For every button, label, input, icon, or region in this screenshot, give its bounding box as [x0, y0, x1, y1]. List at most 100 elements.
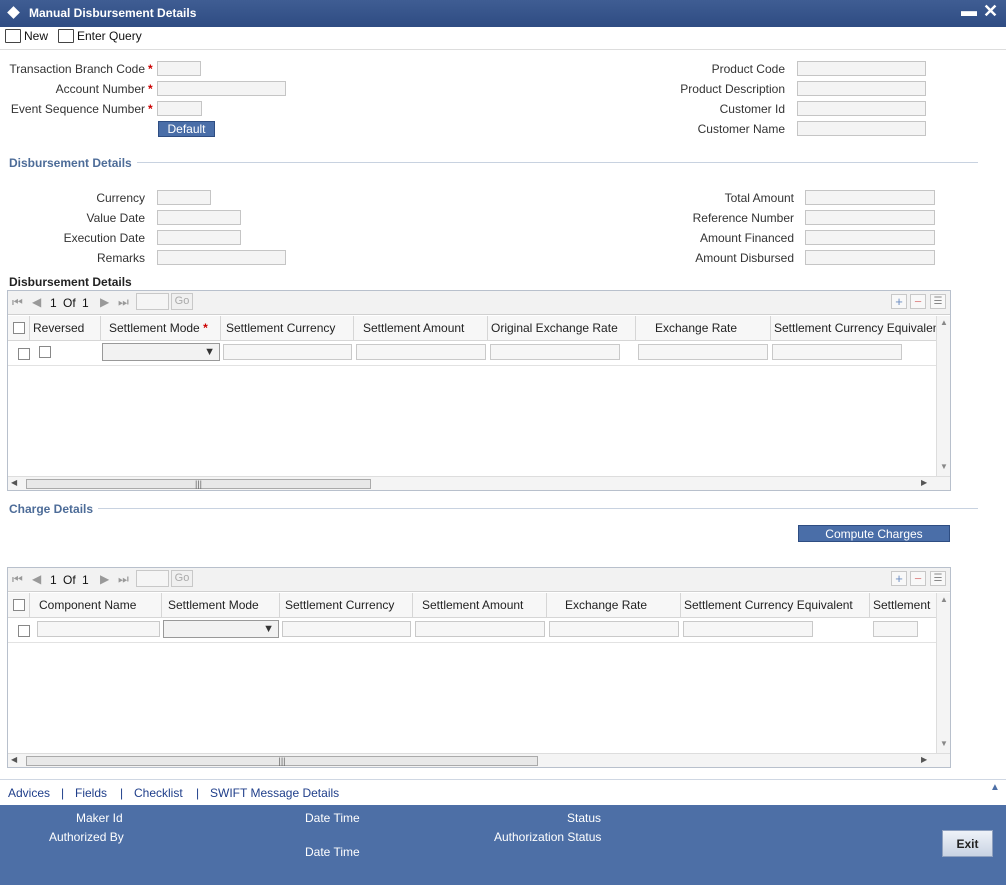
enter-query-button[interactable]: Enter Query: [58, 29, 142, 43]
new-button[interactable]: New: [5, 29, 48, 43]
scroll-down-icon[interactable]: ▼: [940, 462, 948, 471]
prev-page-icon[interactable]: ◀: [32, 572, 41, 586]
exchange-rate-cell[interactable]: [549, 621, 679, 637]
checklist-link[interactable]: Checklist: [134, 786, 183, 800]
scroll-thumb[interactable]: |||: [26, 479, 371, 489]
scroll-up-icon[interactable]: ▲: [940, 595, 948, 604]
vertical-scrollbar[interactable]: ▲ ▼: [936, 593, 950, 753]
grid-header: Reversed Settlement Mode * Settlement Cu…: [8, 316, 936, 341]
settlement-mode-select[interactable]: ▼: [163, 620, 279, 638]
delete-row-icon[interactable]: −: [910, 294, 926, 309]
product-code-label: Product Code: [711, 62, 785, 76]
go-button[interactable]: Go: [171, 293, 193, 310]
compute-charges-button[interactable]: Compute Charges: [798, 525, 950, 542]
add-row-icon[interactable]: +: [891, 294, 907, 309]
next-page-icon[interactable]: ▶: [100, 295, 109, 309]
view-icon[interactable]: ☰: [930, 294, 946, 309]
settlement-mode-select[interactable]: ▼: [102, 343, 220, 361]
execution-date-input[interactable]: [157, 230, 241, 245]
col-header: Exchange Rate: [547, 593, 681, 617]
currency-input[interactable]: [157, 190, 211, 205]
amount-financed-input[interactable]: [805, 230, 935, 245]
disbursement-grid: ⏮ ◀ 1 Of 1 ▶ ⏭ Go + − ☰ Reversed Settlem…: [7, 290, 951, 491]
minimize-icon[interactable]: ▬: [961, 3, 977, 21]
scroll-down-icon[interactable]: ▼: [940, 739, 948, 748]
go-button[interactable]: Go: [171, 570, 193, 587]
grid-header: Component Name Settlement Mode Settlemen…: [8, 593, 936, 618]
row-select-checkbox[interactable]: [18, 625, 30, 637]
status-label: Status: [567, 811, 602, 825]
exchange-rate-cell[interactable]: [638, 344, 768, 360]
page-number-input[interactable]: [136, 293, 169, 310]
close-icon[interactable]: ✕: [983, 1, 998, 22]
authorization-status-label: Authorization Status: [494, 830, 602, 844]
first-page-icon[interactable]: ⏮: [12, 295, 23, 310]
select-all-checkbox[interactable]: [13, 599, 25, 611]
section-divider: [98, 508, 978, 509]
account-number-input[interactable]: [157, 81, 286, 96]
remarks-input[interactable]: [157, 250, 286, 265]
enter-query-label: Enter Query: [77, 29, 142, 43]
first-page-icon[interactable]: ⏮: [12, 572, 23, 587]
scroll-right-icon[interactable]: ▶: [921, 478, 927, 487]
prev-page-icon[interactable]: ◀: [32, 295, 41, 309]
scroll-up-icon[interactable]: ▲: [940, 318, 948, 327]
maker-id-label: Maker Id: [76, 811, 123, 825]
customer-name-label: Customer Name: [697, 122, 785, 136]
event-seq-input[interactable]: [157, 101, 202, 116]
reference-number-input[interactable]: [805, 210, 935, 225]
product-code-input[interactable]: [797, 61, 926, 76]
scroll-right-icon[interactable]: ▶: [921, 755, 927, 764]
page-of: Of: [63, 573, 76, 587]
fields-link[interactable]: Fields: [75, 786, 107, 800]
original-exchange-rate-cell[interactable]: [490, 344, 620, 360]
page-number-input[interactable]: [136, 570, 169, 587]
next-page-icon[interactable]: ▶: [100, 572, 109, 586]
settlement-currency-cell[interactable]: [223, 344, 352, 360]
horizontal-scrollbar[interactable]: ◀ ||| ▶: [8, 476, 950, 490]
scroll-thumb[interactable]: |||: [26, 756, 538, 766]
scroll-left-icon[interactable]: ◀: [11, 478, 17, 487]
advices-link[interactable]: Advices: [8, 786, 50, 800]
settlement-amount-cell[interactable]: [415, 621, 545, 637]
currency-label: Currency: [96, 191, 145, 205]
last-page-icon[interactable]: ⏭: [118, 572, 129, 587]
customer-name-input[interactable]: [797, 121, 926, 136]
delete-row-icon[interactable]: −: [910, 571, 926, 586]
settlement-amount-cell[interactable]: [356, 344, 486, 360]
branch-code-input[interactable]: [157, 61, 201, 76]
col-header-label: Settlement Mode: [109, 321, 200, 335]
exit-button[interactable]: Exit: [942, 830, 993, 857]
grid-navbar: ⏮ ◀ 1 Of 1 ▶ ⏭ Go + − ☰: [8, 568, 950, 592]
settlement-currency-equivalent-cell[interactable]: [772, 344, 902, 360]
disbursement-section-title: Disbursement Details: [9, 156, 132, 170]
value-date-input[interactable]: [157, 210, 241, 225]
page-of: Of: [63, 296, 76, 310]
collapse-up-icon[interactable]: ▲: [990, 782, 1000, 793]
scroll-left-icon[interactable]: ◀: [11, 755, 17, 764]
settlement-currency-equivalent-cell[interactable]: [683, 621, 813, 637]
swift-message-details-link[interactable]: SWIFT Message Details: [210, 786, 339, 800]
required-mark: *: [148, 82, 153, 96]
col-header: Settlement Amount: [413, 593, 547, 617]
settlement-currency-cell[interactable]: [282, 621, 411, 637]
amount-disbursed-input[interactable]: [805, 250, 935, 265]
branch-code-label: Transaction Branch Code: [9, 62, 145, 76]
reversed-checkbox[interactable]: [39, 346, 51, 358]
settlement-cell[interactable]: [873, 621, 918, 637]
view-icon[interactable]: ☰: [930, 571, 946, 586]
select-all-checkbox[interactable]: [13, 322, 25, 334]
default-button[interactable]: Default: [158, 121, 215, 137]
date-time-label: Date Time: [305, 845, 360, 859]
customer-id-input[interactable]: [797, 101, 926, 116]
add-row-icon[interactable]: +: [891, 571, 907, 586]
horizontal-scrollbar[interactable]: ◀ ||| ▶: [8, 753, 950, 767]
last-page-icon[interactable]: ⏭: [118, 295, 129, 310]
component-name-cell[interactable]: [37, 621, 160, 637]
product-description-input[interactable]: [797, 81, 926, 96]
total-amount-input[interactable]: [805, 190, 935, 205]
account-number-label: Account Number: [55, 82, 145, 96]
vertical-scrollbar[interactable]: ▲ ▼: [936, 316, 950, 476]
window-titlebar: Manual Disbursement Details ▬ ✕: [0, 0, 1006, 27]
row-select-checkbox[interactable]: [18, 348, 30, 360]
